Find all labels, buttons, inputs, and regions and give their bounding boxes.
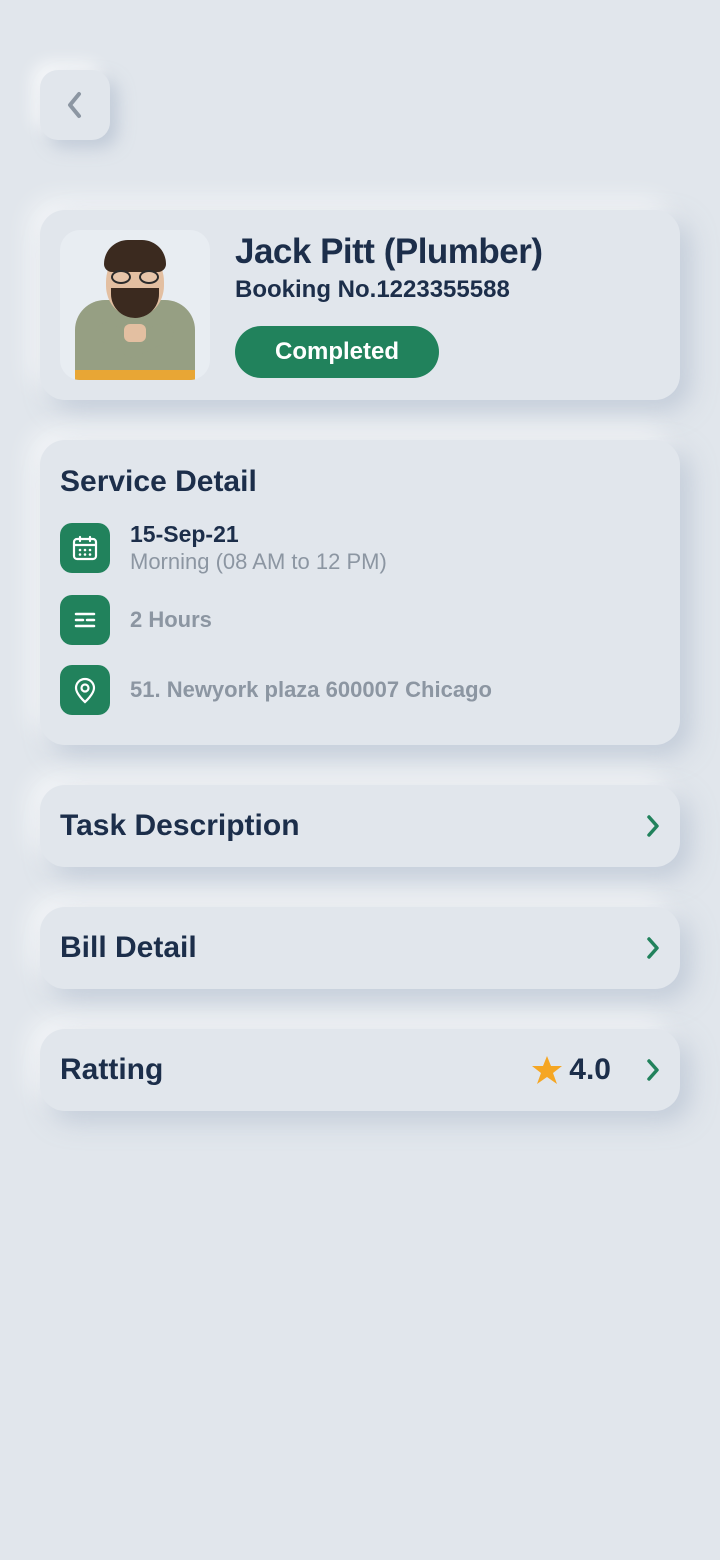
provider-card: Jack Pitt (Plumber) Booking No.122335558…: [40, 210, 680, 400]
service-date-row: 15-Sep-21 Morning (08 AM to 12 PM): [60, 521, 660, 575]
calendar-icon: [60, 523, 110, 573]
chevron-right-icon: [646, 1058, 660, 1082]
task-description-label: Task Description: [60, 809, 300, 843]
task-description-row[interactable]: Task Description: [40, 785, 680, 867]
service-timeslot: Morning (08 AM to 12 PM): [130, 549, 660, 575]
rating-value: 4.0: [569, 1053, 611, 1087]
service-duration-row: 2 Hours: [60, 595, 660, 645]
service-detail-card: Service Detail 15-Sep-21 Morning (08 AM …: [40, 440, 680, 745]
bill-detail-label: Bill Detail: [60, 931, 197, 965]
chevron-right-icon: [646, 814, 660, 838]
provider-name: Jack Pitt (Plumber): [235, 232, 660, 272]
provider-info: Jack Pitt (Plumber) Booking No.122335558…: [235, 232, 660, 378]
service-date: 15-Sep-21: [130, 521, 660, 548]
rating-row[interactable]: Ratting 4.0: [40, 1029, 680, 1111]
chevron-left-icon: [66, 91, 84, 119]
location-icon: [60, 665, 110, 715]
booking-number: Booking No.1223355588: [235, 276, 660, 304]
service-address-row: 51. Newyork plaza 600007 Chicago: [60, 665, 660, 715]
chevron-right-icon: [646, 936, 660, 960]
rating-label: Ratting: [60, 1053, 163, 1087]
back-button[interactable]: [40, 70, 110, 140]
star-icon: [531, 1054, 563, 1086]
bill-detail-row[interactable]: Bill Detail: [40, 907, 680, 989]
list-icon: [60, 595, 110, 645]
avatar: [60, 230, 210, 380]
service-duration: 2 Hours: [130, 607, 660, 633]
status-badge: Completed: [235, 326, 439, 378]
service-address: 51. Newyork plaza 600007 Chicago: [130, 677, 660, 703]
rating-group: 4.0: [531, 1053, 611, 1087]
service-detail-title: Service Detail: [60, 465, 660, 499]
